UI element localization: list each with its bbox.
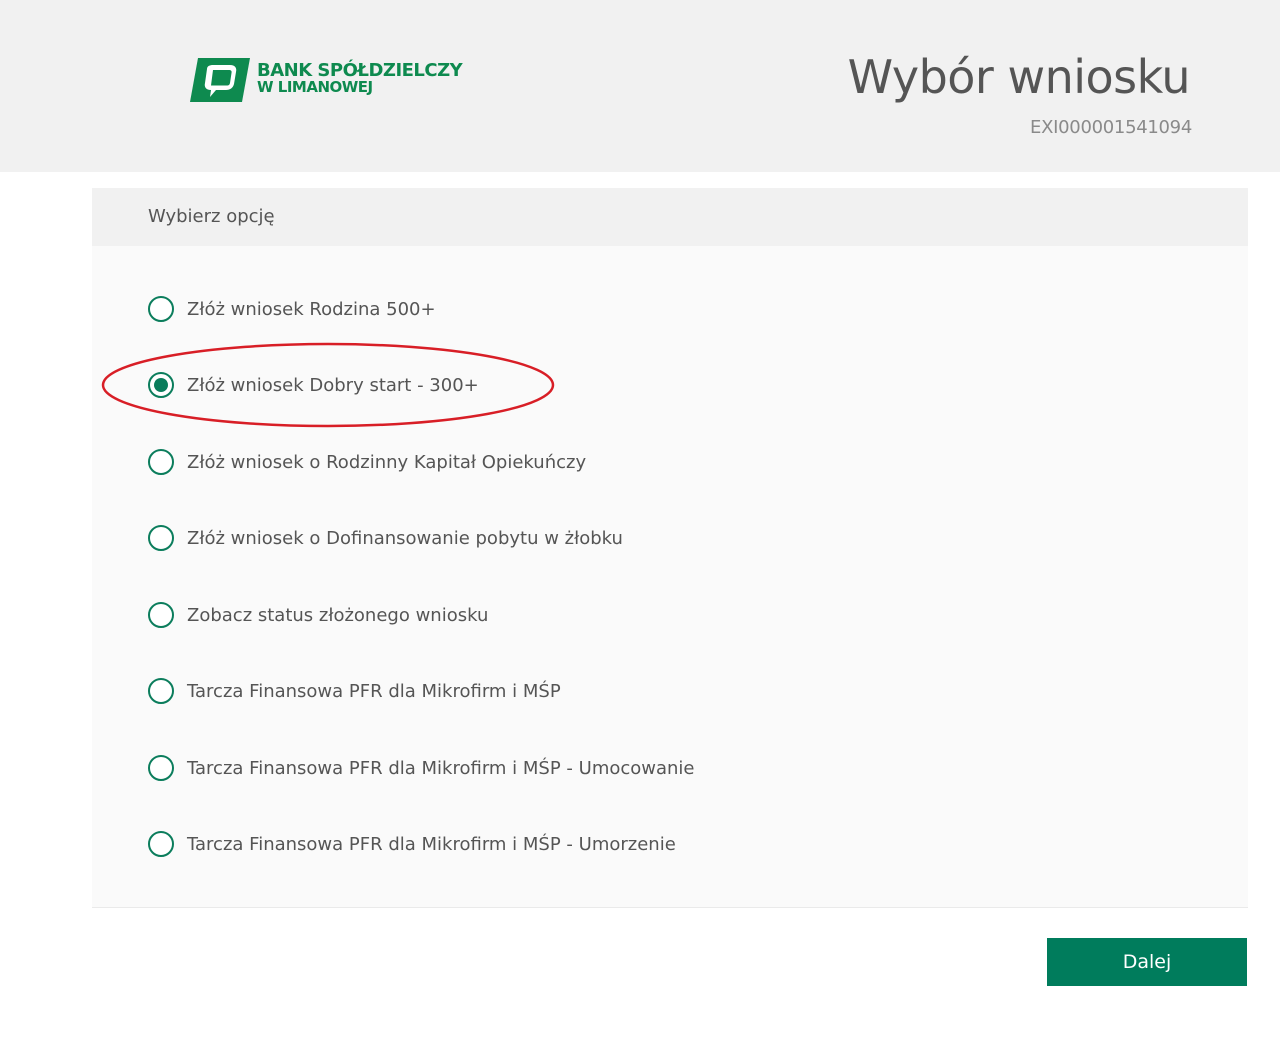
option-status-wniosku[interactable]: Zobacz status złożonego wniosku (148, 600, 488, 630)
radio-button[interactable] (148, 449, 174, 475)
radio-button-selected[interactable] (148, 372, 174, 398)
option-rodzina-500[interactable]: Złóż wniosek Rodzina 500+ (148, 294, 436, 324)
request-id: EXI000001541094 (1030, 117, 1192, 138)
option-tarcza-pfr-umorzenie[interactable]: Tarcza Finansowa PFR dla Mikrofirm i MŚP… (148, 829, 676, 859)
bank-logo[interactable]: BANK SPÓŁDZIELCZY W LIMANOWEJ (190, 56, 463, 102)
radio-button[interactable] (148, 678, 174, 704)
option-label: Złóż wniosek Rodzina 500+ (187, 298, 436, 320)
logo-line-1: BANK SPÓŁDZIELCZY (257, 60, 463, 81)
page-title: Wybór wniosku (847, 50, 1191, 104)
option-label: Złóż wniosek o Dofinansowanie pobytu w ż… (187, 527, 623, 549)
options-panel-title: Wybierz opcję (148, 206, 275, 227)
option-label: Złóż wniosek o Rodzinny Kapitał Opiekuńc… (187, 451, 587, 473)
radio-button[interactable] (148, 755, 174, 781)
radio-button[interactable] (148, 525, 174, 551)
bank-logo-icon (190, 58, 250, 102)
option-label: Tarcza Finansowa PFR dla Mikrofirm i MŚP… (187, 833, 676, 855)
page-header: BANK SPÓŁDZIELCZY W LIMANOWEJ Wybór wnio… (0, 0, 1280, 172)
option-dobry-start-300[interactable]: Złóż wniosek Dobry start - 300+ (148, 370, 479, 400)
option-rodzinny-kapital[interactable]: Złóż wniosek o Rodzinny Kapitał Opiekuńc… (148, 447, 586, 477)
radio-button[interactable] (148, 602, 174, 628)
option-label: Złóż wniosek Dobry start - 300+ (187, 374, 479, 396)
option-dofinansowanie-zlobek[interactable]: Złóż wniosek o Dofinansowanie pobytu w ż… (148, 523, 623, 553)
options-panel-header: Wybierz opcję (92, 188, 1248, 246)
option-label: Zobacz status złożonego wniosku (187, 604, 489, 626)
radio-button[interactable] (148, 831, 174, 857)
logo-line-2: W LIMANOWEJ (257, 78, 373, 96)
option-label: Tarcza Finansowa PFR dla Mikrofirm i MŚP… (187, 757, 695, 779)
option-label: Tarcza Finansowa PFR dla Mikrofirm i MŚP (187, 680, 561, 702)
bank-logo-text: BANK SPÓŁDZIELCZY W LIMANOWEJ (257, 60, 463, 96)
option-tarcza-pfr-umocowanie[interactable]: Tarcza Finansowa PFR dla Mikrofirm i MŚP… (148, 753, 695, 783)
next-button[interactable]: Dalej (1047, 938, 1247, 986)
options-panel: Wybierz opcję Złóż wniosek Rodzina 500+ … (92, 188, 1248, 908)
option-tarcza-pfr[interactable]: Tarcza Finansowa PFR dla Mikrofirm i MŚP (148, 676, 561, 706)
radio-button[interactable] (148, 296, 174, 322)
